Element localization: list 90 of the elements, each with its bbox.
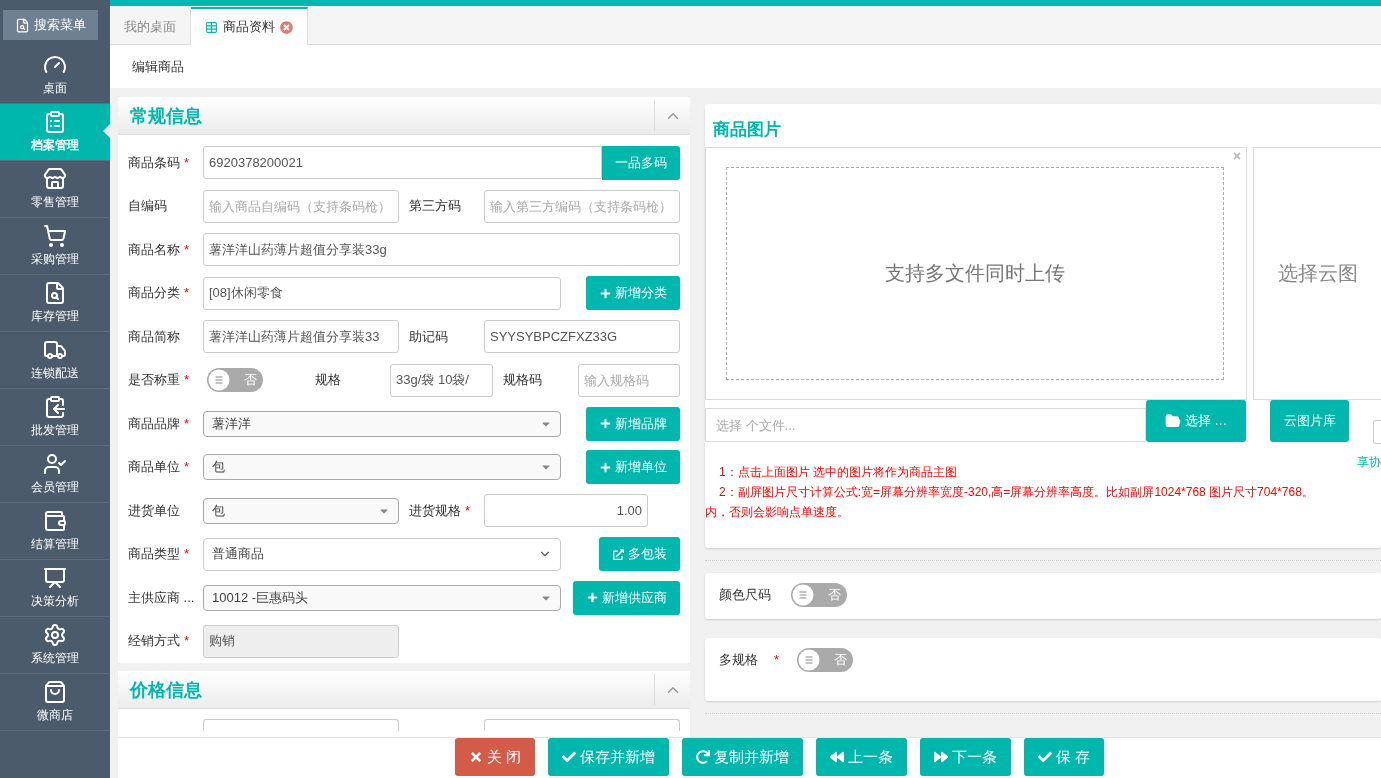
input-field[interactable]: [08]休闲零食: [203, 276, 561, 310]
page-title: 编辑商品: [110, 45, 1381, 88]
checkbox[interactable]: [1373, 420, 1381, 444]
forward-icon: [934, 750, 948, 764]
field-label: 规格: [315, 371, 342, 390]
side-text: 享协: [1357, 454, 1381, 471]
field-label: 商品类型 *: [128, 545, 191, 564]
sidebar-item[interactable]: 系统管理: [0, 617, 110, 674]
sidebar-item[interactable]: 结算管理: [0, 503, 110, 560]
toggle-knob-icon: [208, 369, 230, 392]
sidebar-item[interactable]: 零售管理: [0, 161, 110, 218]
plus-icon: [599, 418, 611, 430]
field-label: 第三方码: [409, 197, 462, 216]
field-label: 商品品牌 *: [128, 414, 191, 433]
note-text: 内，否则会影响点单速度。: [705, 504, 850, 521]
clipboard-icon: [43, 395, 67, 419]
toggle-knob-icon: [792, 584, 814, 606]
select-field[interactable]: 薯洋洋: [203, 410, 561, 437]
input-field[interactable]: 6920378200021: [203, 146, 602, 180]
search-menu-button[interactable]: 搜索菜单: [3, 10, 98, 40]
toggle-knob-icon: [798, 649, 820, 671]
field-label: 商品单位 *: [128, 458, 191, 477]
user-check-icon: [43, 452, 67, 476]
plus-icon: [586, 592, 598, 604]
plus-icon: [599, 461, 611, 473]
field-label: 助记码: [409, 327, 449, 346]
clipboard-icon: [43, 110, 67, 134]
footer-button[interactable]: 关 闭: [454, 738, 535, 776]
wallet-icon: [43, 509, 67, 533]
select-field[interactable]: 10012 -巨惠码头: [203, 584, 561, 611]
field-label: 主供应商 ...: [128, 588, 196, 607]
folder-icon: [1164, 413, 1181, 429]
input-field[interactable]: 输入第三方编码（支持条码枪）: [484, 189, 680, 223]
section-title: 商品图片: [712, 119, 782, 141]
close-icon: [468, 750, 483, 764]
input-field[interactable]: [484, 719, 680, 731]
settings-icon: [43, 623, 67, 647]
input-field[interactable]: 输入规格码: [578, 363, 680, 397]
field-label: 商品条码 *: [128, 153, 191, 172]
field-label: 进货规格 *: [409, 501, 472, 520]
note-text: 2：副屏图片尺寸计算公式:宽=屏幕分辨率宽度-320,高=屏幕分辨率高度。比如副屏1024*768 图片尺寸704*768。: [718, 484, 1315, 501]
input-field[interactable]: SYYSYBPCZFXZ33G: [484, 320, 680, 354]
field-label: 经销方式 *: [128, 632, 191, 651]
upload-hint: 支持多文件同时上传: [885, 261, 1065, 286]
chart-board-icon: [43, 566, 67, 590]
field-label: 商品简称: [128, 327, 181, 346]
input-field[interactable]: 33g/袋 10袋/: [390, 363, 493, 397]
section-title: 价格信息: [128, 678, 203, 702]
file-field[interactable]: 选择 个文件...: [705, 408, 1147, 442]
field-label: 商品分类 *: [128, 284, 191, 303]
section-title: 常规信息: [129, 104, 203, 128]
input-field[interactable]: 输入商品自编码（支持条码枪）: [203, 189, 399, 223]
select-field[interactable]: 包: [203, 454, 561, 481]
table-icon: [205, 20, 218, 34]
check-icon: [562, 750, 576, 764]
search-icon: [15, 17, 30, 33]
select-field[interactable]: 包: [203, 497, 399, 524]
select-field[interactable]: 普通商品: [203, 537, 561, 571]
input-field[interactable]: [203, 719, 399, 731]
truck-icon: [43, 338, 67, 362]
field-label: 是否称重 *: [128, 371, 191, 390]
field-label: 多规格 *: [719, 651, 781, 669]
redo-icon: [696, 750, 710, 764]
close-icon[interactable]: [1232, 151, 1242, 161]
input-field[interactable]: 薯洋洋山药薄片超值分享装33: [203, 320, 399, 354]
sidebar-item[interactable]: 连锁配送: [0, 332, 110, 389]
sidebar-item[interactable]: 库存管理: [0, 275, 110, 332]
bag-icon: [43, 680, 67, 704]
external-link-icon: [612, 548, 624, 560]
sidebar-item[interactable]: 采购管理: [0, 218, 110, 275]
field-label: 自编码: [128, 197, 168, 216]
cart-icon: [43, 224, 67, 248]
backward-icon: [830, 750, 844, 764]
check-icon: [1038, 750, 1052, 764]
upload-area[interactable]: 支持多文件同时上传: [705, 147, 1247, 400]
sidebar-item[interactable]: 微商店: [0, 674, 110, 731]
field-label: 商品名称 *: [128, 240, 191, 259]
field-label: 颜色尺码: [719, 586, 772, 604]
field-label: 规格码: [503, 371, 543, 390]
store-icon: [43, 167, 67, 191]
document-search-icon: [43, 281, 67, 305]
sidebar-item[interactable]: 会员管理: [0, 446, 110, 503]
input-field[interactable]: 1.00: [484, 494, 648, 528]
plus-icon: [599, 287, 611, 299]
field-label: 进货单位: [128, 501, 181, 520]
sidebar-item[interactable]: 批发管理: [0, 389, 110, 446]
close-icon[interactable]: [280, 20, 293, 34]
input-field[interactable]: 薯洋洋山药薄片超值分享装33g: [203, 233, 680, 267]
sidebar-item[interactable]: 决策分析: [0, 560, 110, 617]
tab[interactable]: 商品资料: [191, 7, 308, 45]
